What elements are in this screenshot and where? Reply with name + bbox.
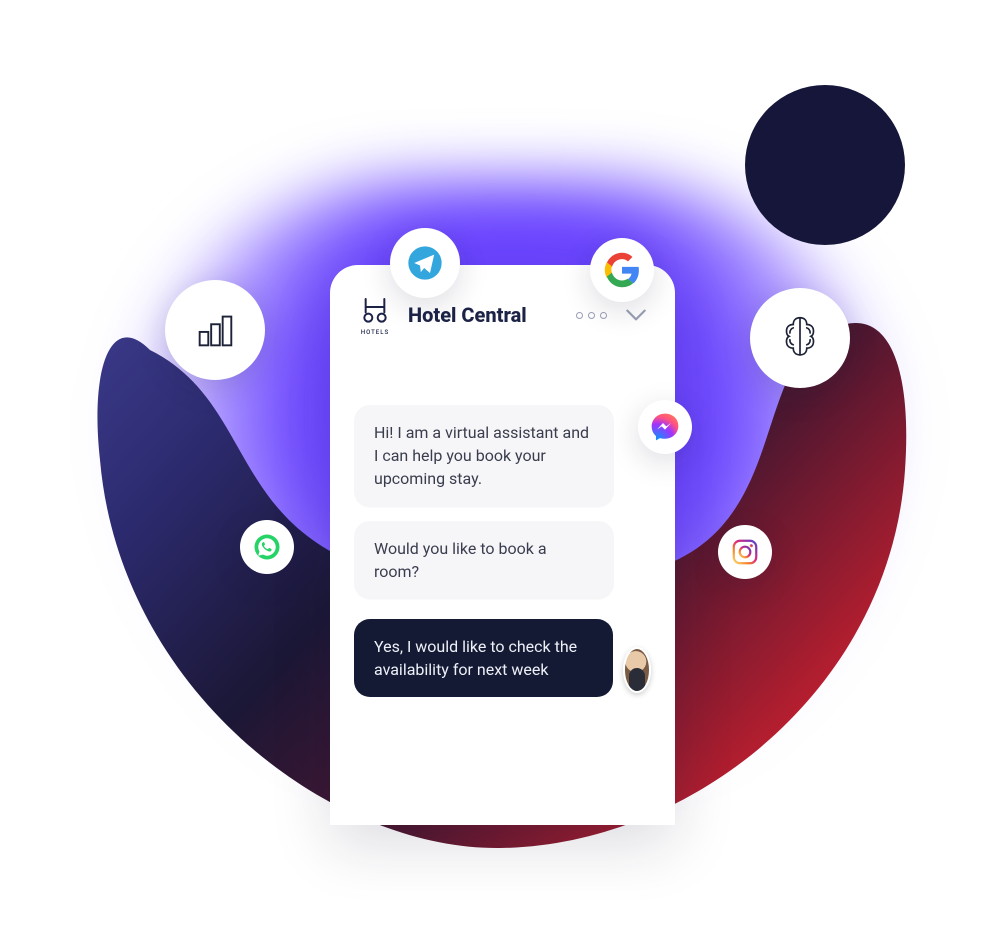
- instagram-icon: [718, 525, 772, 579]
- bot-message: Would you like to book a room?: [354, 521, 614, 599]
- chat-widget-card: HOTELS Hotel Central Hi! I am a virtual …: [330, 265, 675, 825]
- messenger-icon: [638, 400, 692, 454]
- bot-message: Hi! I am a virtual assistant and I can h…: [354, 405, 614, 507]
- hotel-logo-sublabel: HOTELS: [361, 329, 389, 336]
- whatsapp-icon: [240, 520, 294, 574]
- user-message-row: Yes, I would like to check the availabil…: [354, 613, 651, 697]
- collapse-button[interactable]: [623, 302, 649, 328]
- chat-title: Hotel Central: [408, 303, 527, 327]
- brain-icon: [750, 288, 850, 388]
- hotel-logo: HOTELS: [356, 293, 394, 337]
- google-icon: [590, 238, 654, 302]
- bar-chart-icon: [165, 280, 265, 380]
- user-avatar: [623, 647, 651, 693]
- dark-circle-deco: [745, 85, 905, 245]
- user-message: Yes, I would like to check the availabil…: [354, 619, 613, 697]
- telegram-icon: [390, 228, 460, 298]
- chat-messages: Hi! I am a virtual assistant and I can h…: [330, 393, 675, 697]
- more-options-button[interactable]: [576, 312, 607, 319]
